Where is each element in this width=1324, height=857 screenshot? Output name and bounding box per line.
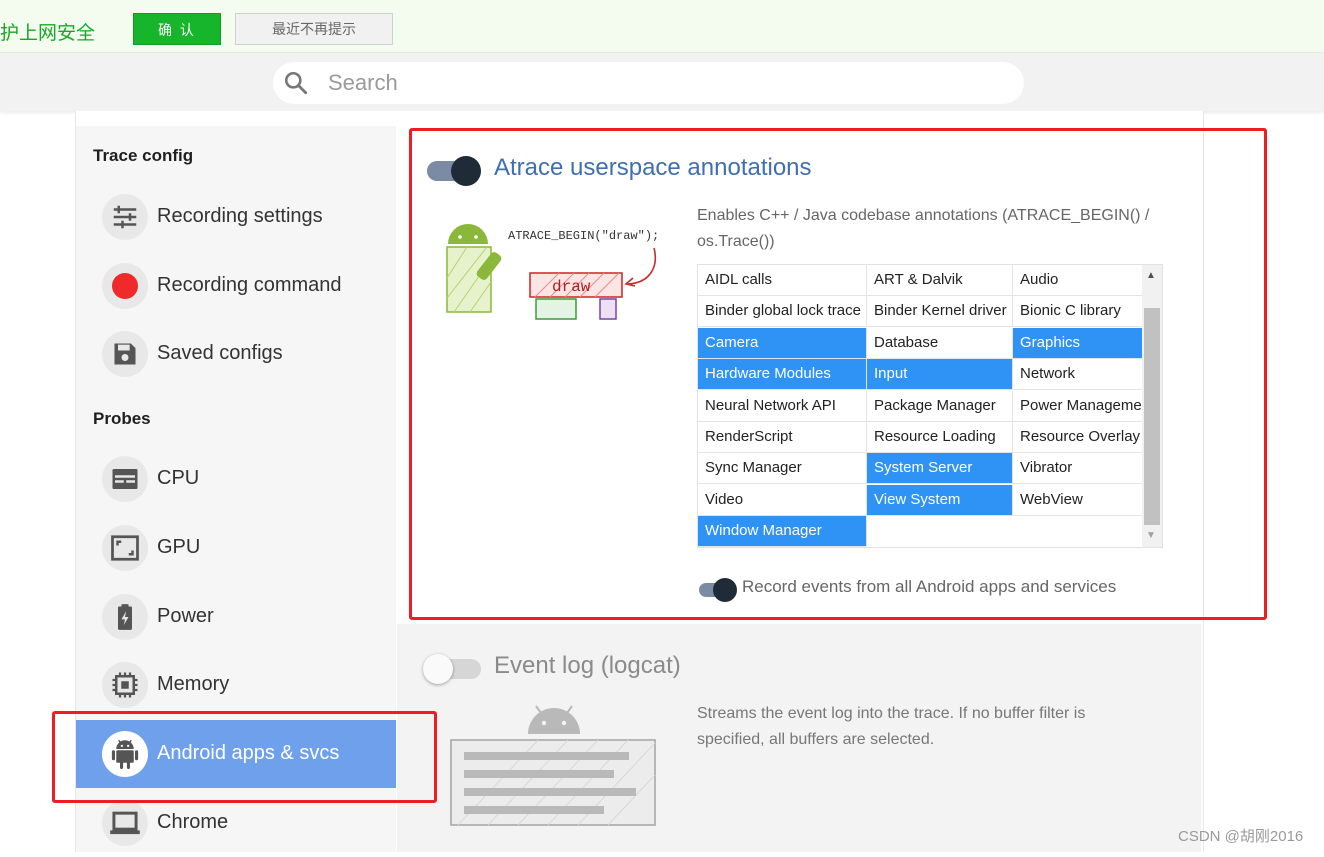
sidebar-item-saved-configs[interactable]: Saved configs (76, 320, 396, 388)
sidebar-item-label: GPU (157, 536, 201, 558)
android-apps-highlight-box (52, 711, 437, 803)
logcat-title: Event log (logcat) (494, 652, 681, 679)
logcat-toggle[interactable] (421, 654, 485, 684)
sidebar-item-label: Saved configs (157, 342, 283, 364)
sidebar-item-label: Recording settings (157, 205, 323, 227)
probes-heading: Probes (93, 409, 151, 428)
atrace-highlight-box (409, 128, 1267, 620)
sidebar-item-label: Power (157, 605, 214, 627)
record-dot-icon (102, 263, 148, 309)
trace-config-heading: Trace config (93, 146, 194, 165)
dont-remind-button[interactable]: 最近不再提示 (235, 13, 393, 45)
search-input[interactable] (328, 69, 928, 97)
sidebar-item-label: CPU (157, 467, 200, 489)
floppy-disk-icon (102, 331, 148, 377)
confirm-button[interactable]: 确 认 (133, 13, 221, 45)
laptop-icon (102, 800, 148, 846)
sidebar-item-gpu[interactable]: GPU (76, 514, 396, 582)
sidebar-item-label: Memory (157, 673, 230, 695)
logcat-description: Streams the event log into the trace. If… (697, 705, 1086, 748)
memory-chip-icon (102, 662, 148, 708)
sidebar-item-recording-settings[interactable]: Recording settings (76, 183, 396, 251)
sidebar-item-label: Chrome (157, 811, 229, 833)
logcat-illustration (450, 705, 656, 826)
sidebar-item-recording-command[interactable]: Recording command (76, 252, 396, 320)
csdn-watermark: CSDN @胡刚2016 (1178, 828, 1304, 845)
gpu-icon (102, 525, 148, 571)
sidebar-item-label: Recording command (157, 274, 342, 296)
battery-icon (102, 594, 148, 640)
sidebar-item-power[interactable]: Power (76, 583, 396, 651)
sidebar-item-cpu[interactable]: CPU (76, 445, 396, 513)
sidebar-item-memory[interactable]: Memory (76, 651, 396, 719)
cpu-icon (102, 456, 148, 502)
search-icon (284, 71, 308, 95)
notice-text: 护上网安全 (0, 23, 96, 44)
tune-sliders-icon (102, 194, 148, 240)
